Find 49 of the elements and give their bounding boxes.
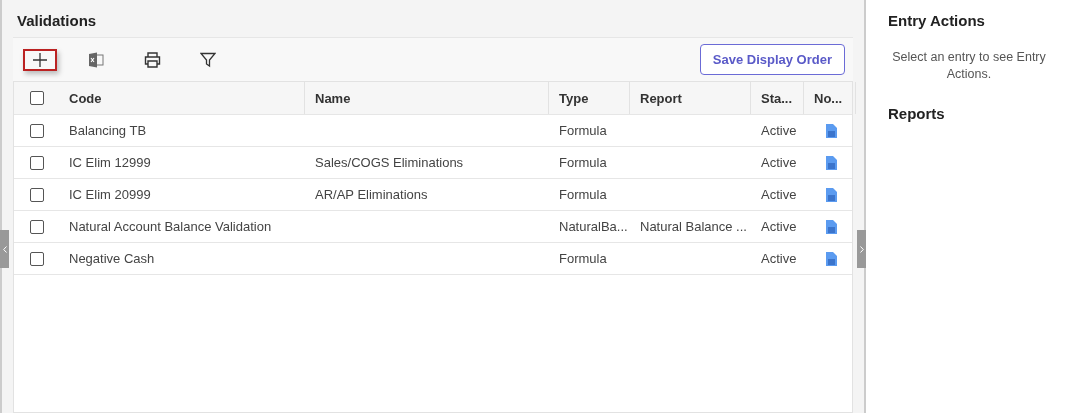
filter-icon [200,51,216,68]
add-button[interactable] [23,48,57,71]
entry-actions-title: Entry Actions [888,12,986,29]
table-cell: Active [761,219,797,234]
panel-title: Validations [17,12,98,29]
row-checkbox[interactable] [29,219,44,234]
table-cell: Active [761,123,797,138]
expand-handle[interactable] [857,230,866,268]
table-cell: Formula [559,155,607,170]
table-cell: Negative Cash [69,251,155,266]
document-icon[interactable] [826,251,837,266]
document-icon[interactable] [826,155,837,170]
table-cell: Formula [559,123,607,138]
document-icon[interactable] [826,187,837,202]
table-cell: Natural Balance ... [640,219,747,234]
table-cell: IC Elim 20999 [69,187,151,202]
document-icon[interactable] [826,123,837,138]
table-cell: Formula [559,187,607,202]
chevron-left-icon [2,245,7,253]
print-icon [143,51,161,68]
spreadsheet-icon [88,51,104,68]
column-header[interactable]: Name [305,82,549,114]
table-cell: Natural Account Balance Validation [69,219,272,234]
table-cell: Formula [559,251,607,266]
entry-actions-hint: Select an entry to see Entry Actions. [891,49,1047,83]
table-cell: Balancing TB [69,123,147,138]
table-cell: AR/AP Eliminations [315,187,428,202]
column-header[interactable]: Sta... [751,82,804,114]
table-cell: NaturalBa... [559,219,628,234]
plus-icon [32,51,48,68]
chevron-right-icon [859,245,864,253]
table-cell: Active [761,155,797,170]
table-cell: Sales/COGS Eliminations [315,155,464,170]
row-checkbox[interactable] [29,187,44,202]
column-header[interactable]: Report [630,82,751,114]
collapse-handle[interactable] [0,230,9,268]
document-icon[interactable] [826,219,837,234]
column-header[interactable]: No... [804,82,856,114]
row-checkbox[interactable] [29,123,44,138]
table-cell: Active [761,187,797,202]
save-display-order-button[interactable]: Save Display Order [699,44,845,75]
column-header[interactable]: Type [549,82,630,114]
select-all-checkbox[interactable] [29,91,44,105]
column-header[interactable]: Code [59,82,305,114]
table-cell: IC Elim 12999 [69,155,151,170]
reports-title: Reports [888,105,946,122]
row-checkbox[interactable] [29,155,44,170]
row-checkbox[interactable] [29,251,44,266]
table-cell: Active [761,251,797,266]
